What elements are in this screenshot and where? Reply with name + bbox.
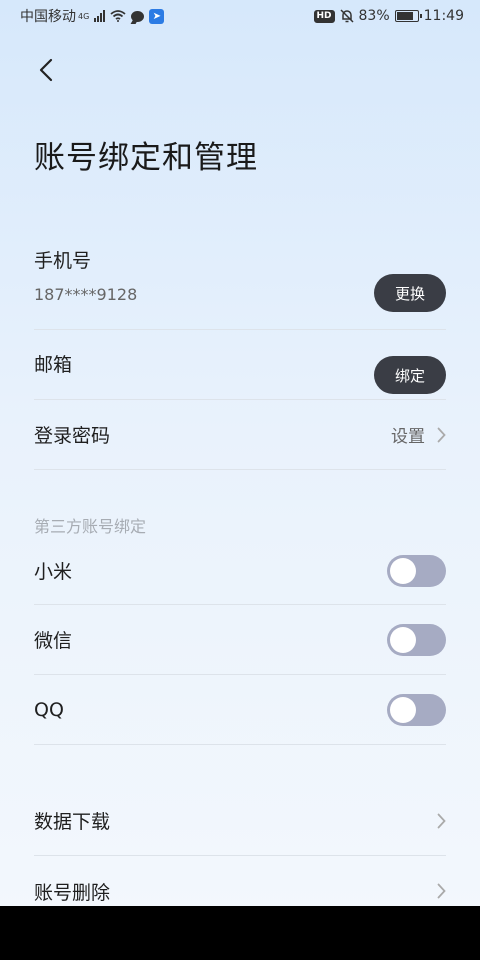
email-label: 邮箱 xyxy=(34,354,73,376)
wechat-label: 微信 xyxy=(34,630,73,652)
battery-icon xyxy=(394,10,422,22)
phone-label: 手机号 xyxy=(34,250,92,272)
app-notification-icon: ➤ xyxy=(149,8,165,24)
signal-icon xyxy=(94,10,106,22)
toggle-knob xyxy=(390,557,416,584)
xiaomi-toggle[interactable] xyxy=(387,554,446,587)
toggle-knob xyxy=(390,696,416,723)
bell-muted-icon xyxy=(339,9,354,23)
password-label: 登录密码 xyxy=(34,425,111,447)
password-set-label: 设置 xyxy=(391,427,425,447)
third-party-row-wechat: 微信 xyxy=(34,605,446,675)
wechat-toggle[interactable] xyxy=(387,623,446,656)
email-row: 邮箱 绑定 xyxy=(34,330,446,400)
back-arrow-icon xyxy=(39,58,53,82)
system-navigation-bar xyxy=(0,906,480,960)
password-set-link[interactable]: 设置 xyxy=(391,422,446,447)
phone-number: 187****9128 xyxy=(34,285,138,304)
chevron-right-icon xyxy=(437,813,446,828)
hd-badge: HD xyxy=(313,9,335,23)
status-bar: 中国移动 4G ➤ HD 83% 11:49 xyxy=(0,0,480,32)
back-button[interactable] xyxy=(28,52,64,88)
chevron-right-icon xyxy=(437,883,446,899)
third-party-section-title: 第三方账号绑定 xyxy=(34,517,147,536)
bind-email-button[interactable]: 绑定 xyxy=(374,356,446,394)
delete-account-label: 账号删除 xyxy=(34,881,111,904)
chevron-right-icon xyxy=(437,427,446,442)
third-party-row-qq: QQ xyxy=(34,675,446,745)
third-party-row-xiaomi: 小米 xyxy=(34,537,446,605)
wifi-icon xyxy=(110,10,126,22)
message-icon xyxy=(131,10,145,22)
clock: 11:49 xyxy=(423,8,464,24)
carrier-name: 中国移动 xyxy=(20,9,76,25)
battery-percent: 83% xyxy=(358,8,390,24)
change-phone-button[interactable]: 更换 xyxy=(374,274,446,312)
qq-toggle[interactable] xyxy=(387,693,446,726)
password-row[interactable]: 登录密码 设置 xyxy=(34,400,446,470)
data-download-label: 数据下载 xyxy=(34,811,111,833)
data-download-row[interactable]: 数据下载 xyxy=(34,786,446,856)
phone-row: 手机号 187****9128 更换 xyxy=(34,238,446,330)
toggle-knob xyxy=(390,626,416,653)
xiaomi-label: 小米 xyxy=(34,561,73,583)
qq-label: QQ xyxy=(34,698,64,721)
network-type: 4G xyxy=(78,11,90,21)
page-title: 账号绑定和管理 xyxy=(34,140,258,176)
